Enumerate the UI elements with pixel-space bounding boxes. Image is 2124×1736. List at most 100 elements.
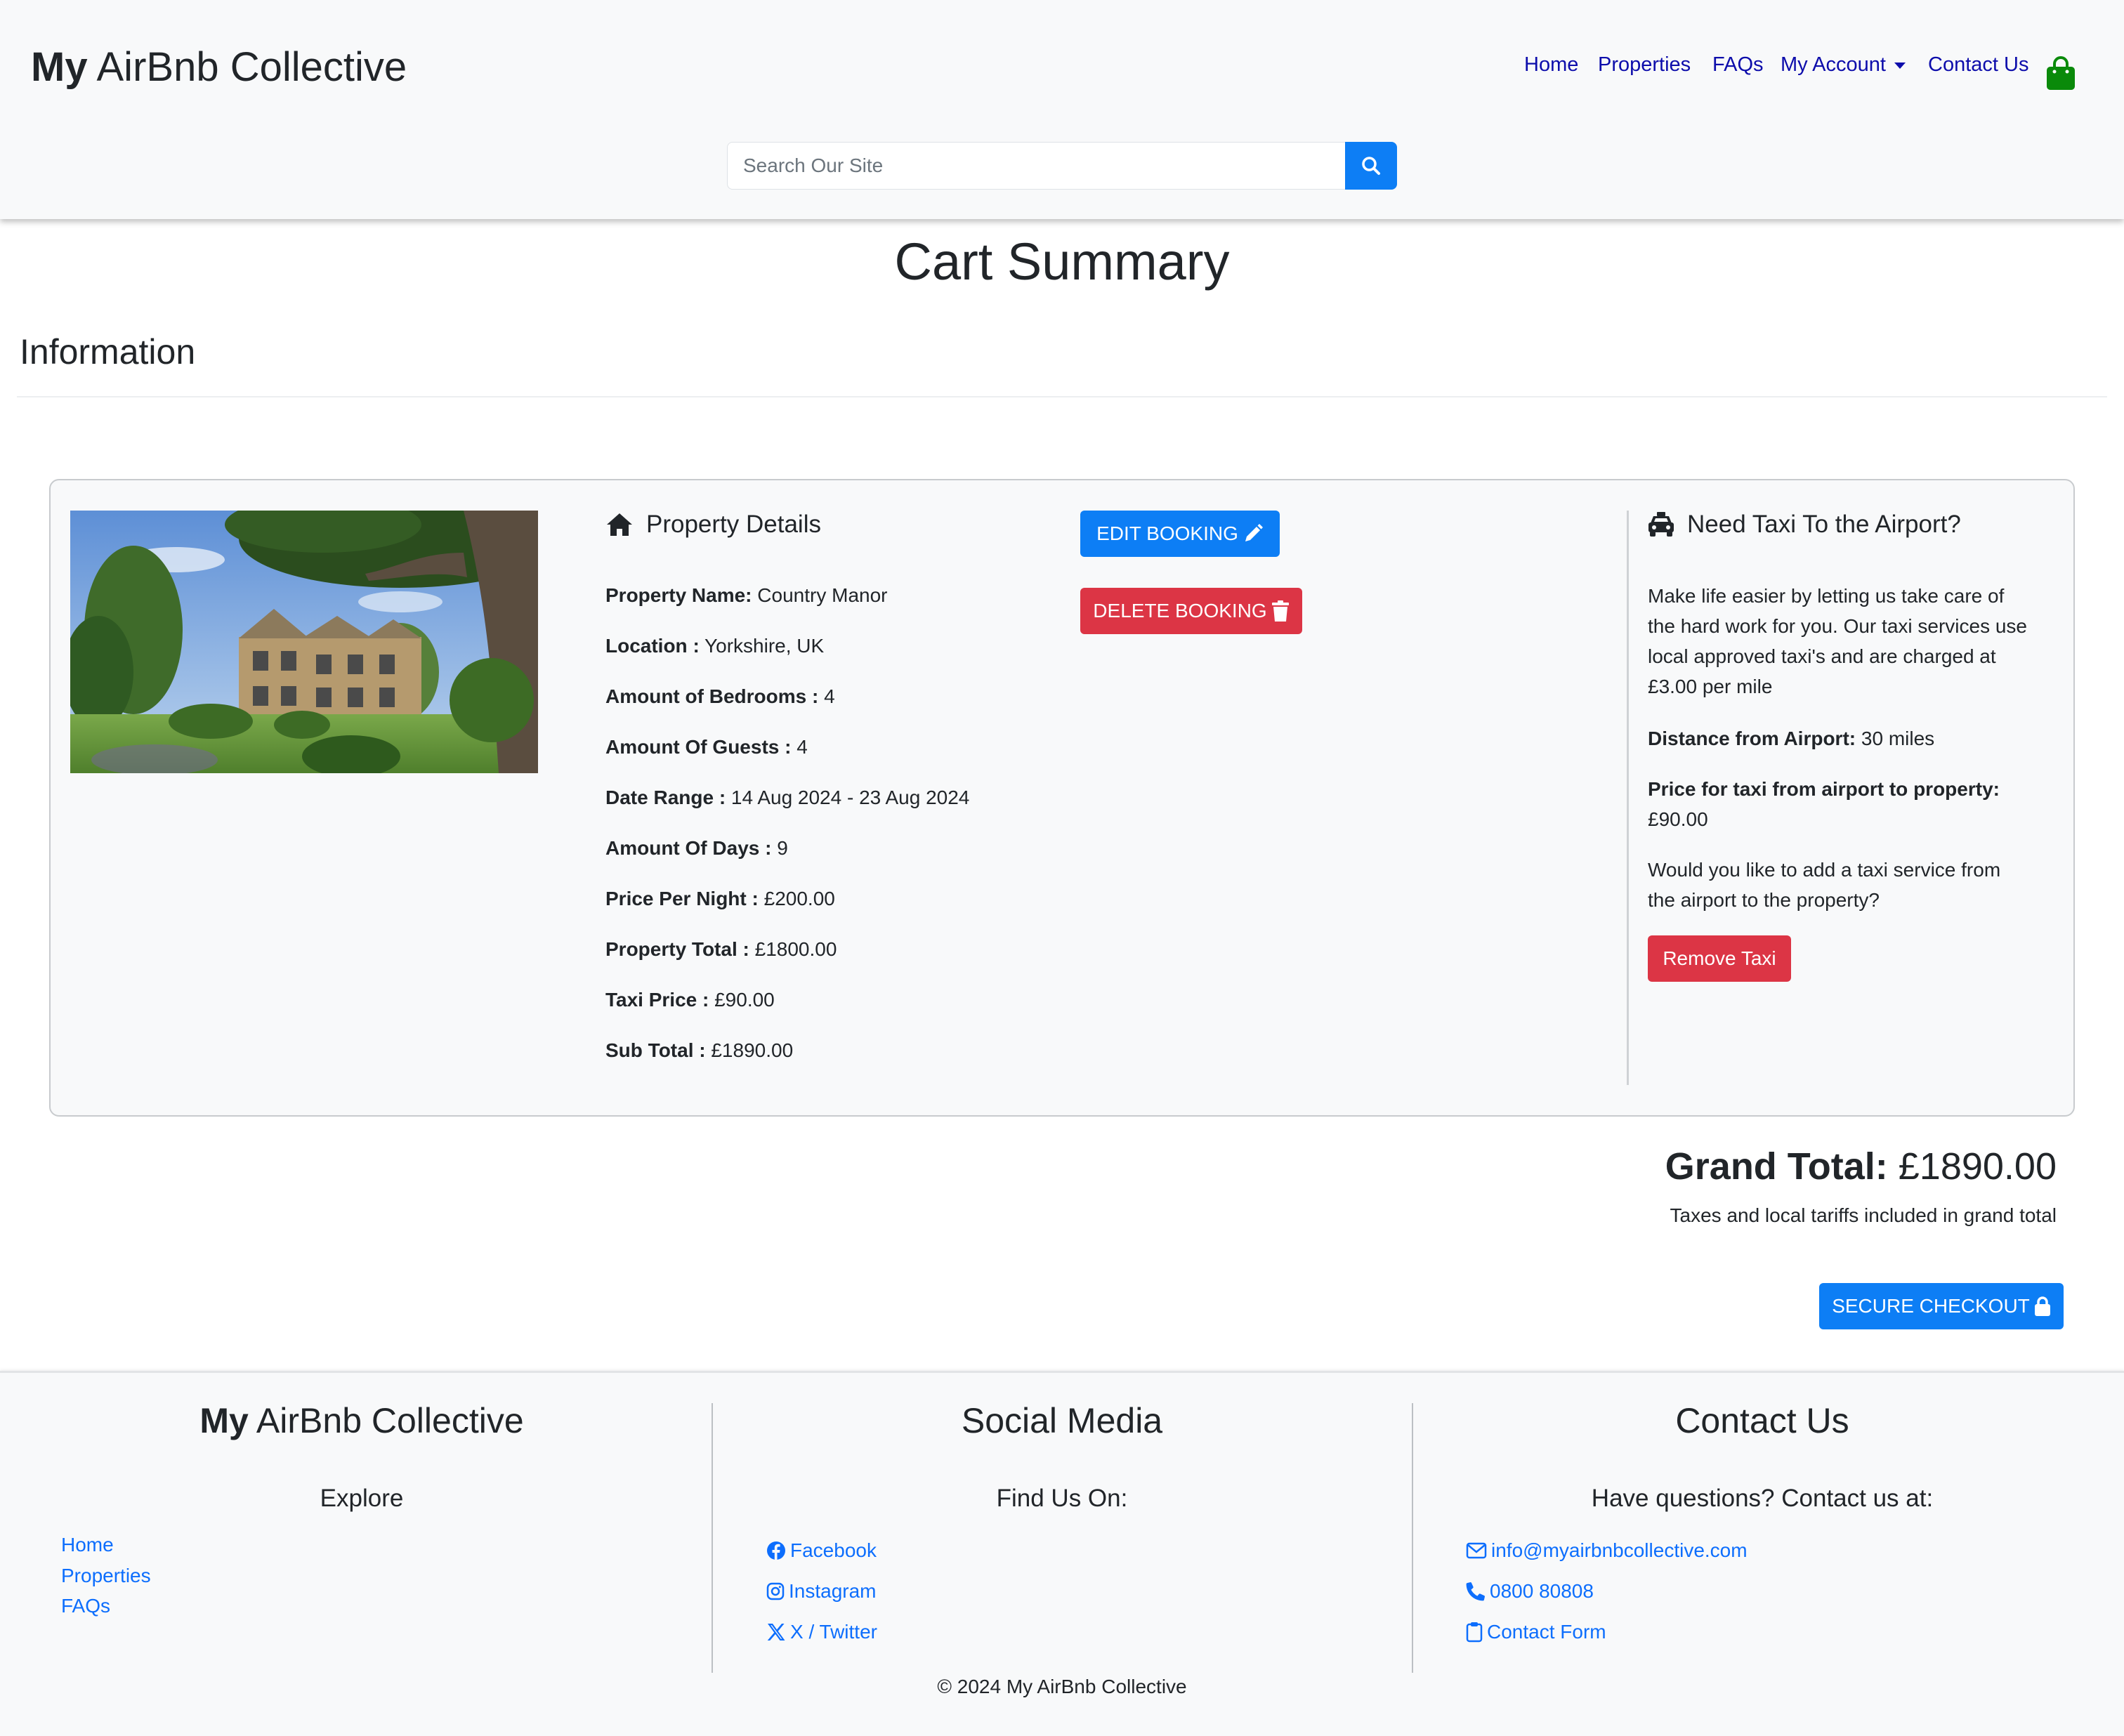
nav-properties[interactable]: Properties bbox=[1598, 53, 1691, 77]
facebook-icon bbox=[767, 1541, 785, 1560]
property-details-heading: Property Details bbox=[605, 511, 821, 539]
taxi-distance-label: Distance from Airport: bbox=[1648, 728, 1856, 749]
property-detail-row: Location : Yorkshire, UK bbox=[605, 635, 824, 657]
property-detail-row: Amount Of Days : 9 bbox=[605, 837, 788, 860]
search-icon bbox=[1362, 157, 1380, 175]
instagram-icon bbox=[766, 1582, 785, 1600]
footer-link-email[interactable]: info@myairbnbcollective.com bbox=[1466, 1539, 1748, 1562]
detail-label: Property Total : bbox=[605, 938, 749, 960]
nav-faqs[interactable]: FAQs bbox=[1712, 53, 1764, 77]
detail-value: £90.00 bbox=[709, 989, 775, 1011]
property-detail-row: Sub Total : £1890.00 bbox=[605, 1039, 793, 1062]
site-header: My AirBnb Collective Home Properties FAQ… bbox=[0, 0, 2124, 219]
taxi-price-label: Price for taxi from airport to property: bbox=[1648, 778, 2000, 800]
detail-label: Sub Total : bbox=[605, 1039, 706, 1061]
caret-down-icon bbox=[1894, 62, 1906, 69]
detail-value: Country Manor bbox=[752, 584, 888, 606]
pencil-icon bbox=[1245, 524, 1263, 541]
footer-link-twitter[interactable]: X / Twitter bbox=[766, 1621, 877, 1643]
phone-label: 0800 80808 bbox=[1490, 1580, 1594, 1602]
envelope-icon bbox=[1466, 1542, 1487, 1559]
secure-checkout-button[interactable]: SECURE CHECKOUT bbox=[1819, 1283, 2064, 1329]
delete-booking-label: DELETE BOOKING bbox=[1093, 600, 1267, 622]
search-button[interactable] bbox=[1345, 142, 1397, 190]
footer-brand: My AirBnb Collective bbox=[199, 1401, 524, 1440]
x-twitter-icon bbox=[767, 1624, 785, 1640]
taxi-icon bbox=[1648, 512, 1674, 537]
detail-label: Date Range : bbox=[605, 787, 726, 808]
property-detail-row: Property Total : £1800.00 bbox=[605, 938, 837, 961]
nav-contact[interactable]: Contact Us bbox=[1928, 53, 2028, 77]
property-image bbox=[70, 511, 538, 773]
property-detail-row: Property Name: Country Manor bbox=[605, 584, 887, 607]
footer-explore-heading: Explore bbox=[320, 1485, 404, 1512]
detail-value: 4 bbox=[818, 685, 835, 707]
clipboard-icon bbox=[1466, 1622, 1483, 1643]
delete-booking-button[interactable]: DELETE BOOKING bbox=[1080, 588, 1302, 634]
detail-value: £1800.00 bbox=[749, 938, 837, 960]
shopping-bag-icon[interactable] bbox=[2045, 56, 2076, 91]
email-label: info@myairbnbcollective.com bbox=[1491, 1539, 1748, 1561]
footer-divider bbox=[712, 1403, 713, 1673]
footer-social-sub: Find Us On: bbox=[996, 1485, 1128, 1512]
footer-link-facebook[interactable]: Facebook bbox=[766, 1539, 877, 1562]
detail-value: £200.00 bbox=[758, 888, 835, 909]
property-detail-row: Taxi Price : £90.00 bbox=[605, 989, 775, 1011]
nav-my-account-dropdown[interactable]: My Account bbox=[1781, 53, 1906, 77]
property-details-title: Property Details bbox=[646, 511, 821, 538]
edit-booking-label: EDIT BOOKING bbox=[1096, 522, 1238, 544]
grand-total: Grand Total: £1890.00 bbox=[1665, 1145, 2057, 1188]
edit-booking-button[interactable]: EDIT BOOKING bbox=[1080, 511, 1280, 557]
section-heading: Information bbox=[20, 332, 196, 371]
grand-total-label: Grand Total: bbox=[1665, 1145, 1888, 1188]
taxi-divider bbox=[1627, 511, 1629, 1085]
detail-value: Yorkshire, UK bbox=[699, 635, 825, 657]
footer-social-heading: Social Media bbox=[961, 1401, 1163, 1440]
divider bbox=[17, 396, 2107, 397]
copyright: © 2024 My AirBnb Collective bbox=[937, 1676, 1187, 1697]
taxi-price-value: £90.00 bbox=[1648, 808, 1708, 830]
trash-icon bbox=[1271, 600, 1289, 622]
detail-label: Taxi Price : bbox=[605, 989, 709, 1011]
brand-logo[interactable]: My AirBnb Collective bbox=[31, 44, 407, 91]
taxi-price: Price for taxi from airport to property:… bbox=[1648, 774, 2027, 834]
nav-my-account-label: My Account bbox=[1781, 53, 1886, 76]
property-detail-row: Price Per Night : £200.00 bbox=[605, 888, 835, 910]
detail-value: 4 bbox=[791, 736, 808, 758]
detail-label: Location : bbox=[605, 635, 700, 657]
nav-home[interactable]: Home bbox=[1524, 53, 1578, 77]
detail-label: Property Name: bbox=[605, 584, 752, 606]
contact-form-label: Contact Form bbox=[1487, 1621, 1606, 1643]
property-detail-row: Amount Of Guests : 4 bbox=[605, 736, 808, 758]
taxi-question: Would you like to add a taxi service fro… bbox=[1648, 859, 2001, 911]
footer-divider bbox=[1412, 1403, 1413, 1673]
instagram-label: Instagram bbox=[789, 1580, 877, 1602]
facebook-label: Facebook bbox=[790, 1539, 877, 1561]
detail-value: £1890.00 bbox=[705, 1039, 794, 1061]
lock-icon bbox=[2034, 1296, 2050, 1316]
search-input[interactable] bbox=[727, 142, 1345, 190]
taxi-distance: Distance from Airport: 30 miles bbox=[1648, 723, 2027, 754]
grand-total-value: £1890.00 bbox=[1887, 1145, 2057, 1188]
property-detail-row: Amount of Bedrooms : 4 bbox=[605, 685, 835, 708]
detail-label: Amount Of Guests : bbox=[605, 736, 792, 758]
footer-link-contact-form[interactable]: Contact Form bbox=[1466, 1621, 1606, 1643]
property-detail-row: Date Range : 14 Aug 2024 - 23 Aug 2024 bbox=[605, 787, 969, 809]
remove-taxi-button[interactable]: Remove Taxi bbox=[1648, 935, 1791, 982]
taxi-title: Need Taxi To the Airport? bbox=[1687, 511, 1961, 538]
footer-link-phone[interactable]: 0800 80808 bbox=[1466, 1580, 1594, 1603]
page-title: Cart Summary bbox=[894, 232, 1230, 291]
detail-value: 9 bbox=[771, 837, 788, 859]
detail-label: Price Per Night : bbox=[605, 888, 759, 909]
taxi-intro: Make life easier by letting us take care… bbox=[1648, 585, 2027, 697]
footer-link-home[interactable]: Home bbox=[61, 1534, 114, 1556]
twitter-label: X / Twitter bbox=[790, 1621, 877, 1643]
taxi-distance-value: 30 miles bbox=[1856, 728, 1935, 749]
footer-contact-sub: Have questions? Contact us at: bbox=[1591, 1485, 1934, 1512]
footer-link-properties[interactable]: Properties bbox=[61, 1565, 151, 1587]
footer-link-faqs[interactable]: FAQs bbox=[61, 1595, 110, 1617]
tax-note: Taxes and local tariffs included in gran… bbox=[1670, 1204, 2057, 1226]
footer-link-instagram[interactable]: Instagram bbox=[766, 1580, 877, 1603]
secure-checkout-label: SECURE CHECKOUT bbox=[1832, 1295, 2030, 1317]
detail-value: 14 Aug 2024 - 23 Aug 2024 bbox=[726, 787, 970, 808]
